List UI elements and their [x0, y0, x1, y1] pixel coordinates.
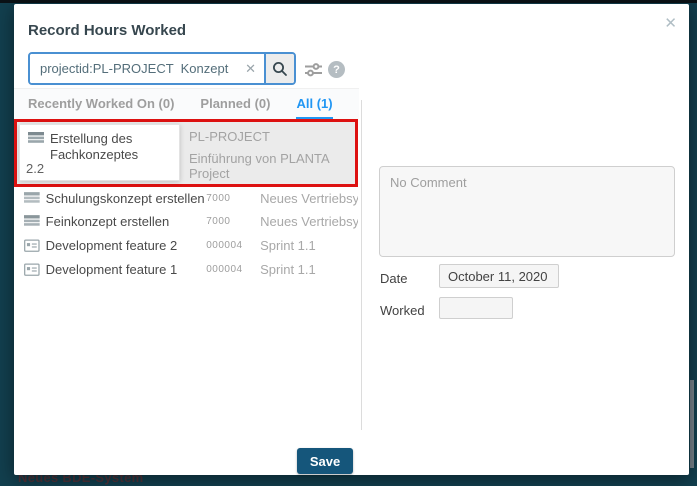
task-project: Neues Vertriebsy...: [260, 191, 358, 206]
filter-sliders-icon[interactable]: [303, 59, 324, 85]
comment-textarea[interactable]: [379, 166, 675, 257]
annotation-highlight-box: Erstellung des Fachkonzeptes 2.2 PL-PROJ…: [14, 119, 358, 187]
top-strip: [0, 0, 697, 3]
worked-input[interactable]: [439, 297, 513, 319]
task-project: Neues Vertriebsy...: [260, 214, 358, 229]
result-row[interactable]: Feinkonzept erstellen 7000 Neues Vertrie…: [14, 210, 358, 233]
selected-task-code: 2.2: [26, 161, 44, 176]
task-name: Development feature 1: [46, 262, 207, 277]
tab-all[interactable]: All (1): [296, 89, 332, 119]
selected-project-name: Einführung von PLANTA Project: [189, 151, 355, 181]
task-hover-card: Erstellung des Fachkonzeptes 2.2: [19, 124, 180, 181]
dialog-title: Record Hours Worked: [28, 22, 186, 39]
task-name: Schulungskonzept erstellen: [46, 191, 207, 206]
task-code: 000004: [206, 240, 260, 251]
worked-label: Worked: [380, 303, 425, 318]
task-project: Sprint 1.1: [260, 262, 358, 277]
task-name: Feinkonzept erstellen: [46, 214, 207, 229]
page-backdrop: Neues BDE-System ✕ Record Hours Worked ✕: [0, 0, 697, 486]
tab-recently-worked-on[interactable]: Recently Worked On (0): [28, 89, 174, 119]
search-button[interactable]: [264, 54, 294, 83]
record-hours-dialog: ✕ Record Hours Worked ✕ ? Rece: [14, 4, 689, 475]
selected-project-id: PL-PROJECT: [189, 129, 270, 144]
task-code: 7000: [206, 216, 260, 227]
table-icon: [28, 131, 44, 146]
card-icon: [24, 239, 40, 253]
selected-task-name: Erstellung des Fachkonzeptes: [50, 131, 160, 164]
panel-divider: [361, 100, 362, 430]
clear-search-icon[interactable]: ✕: [237, 54, 264, 83]
search-group: ✕: [28, 52, 296, 85]
results-tabbar: Recently Worked On (0) Planned (0) All (…: [14, 88, 359, 119]
result-row[interactable]: Schulungskonzept erstellen 7000 Neues Ve…: [14, 187, 358, 210]
selected-result-row[interactable]: Erstellung des Fachkonzeptes 2.2 PL-PROJ…: [17, 122, 355, 184]
date-label: Date: [380, 271, 407, 286]
task-code: 7000: [206, 193, 260, 204]
card-icon: [24, 263, 40, 277]
background-scrollbar[interactable]: [690, 380, 694, 468]
result-row[interactable]: Development feature 1 000004 Sprint 1.1: [14, 258, 358, 281]
close-icon[interactable]: ✕: [664, 14, 677, 32]
save-button[interactable]: Save: [297, 448, 353, 474]
help-icon[interactable]: ?: [328, 61, 345, 78]
task-code: 000004: [206, 264, 260, 275]
task-project: Sprint 1.1: [260, 238, 358, 253]
table-icon: [24, 191, 40, 206]
search-input[interactable]: [30, 54, 237, 83]
date-input[interactable]: [439, 264, 559, 288]
tab-planned[interactable]: Planned (0): [200, 89, 270, 119]
task-name: Development feature 2: [46, 238, 207, 253]
table-icon: [24, 214, 40, 229]
result-row[interactable]: Development feature 2 000004 Sprint 1.1: [14, 234, 358, 257]
search-icon: [272, 61, 288, 77]
